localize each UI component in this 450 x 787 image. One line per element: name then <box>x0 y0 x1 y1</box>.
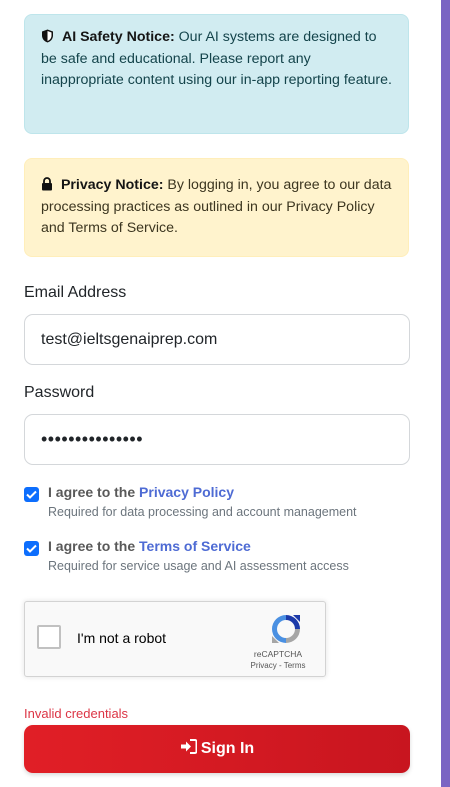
ai-notice-title: AI Safety Notice: <box>61 29 175 45</box>
terms-consent-prefix: I agree to the <box>48 538 140 554</box>
privacy-consent-label[interactable]: I agree to the Privacy Policy <box>48 484 234 500</box>
email-label: Email Address <box>24 284 127 301</box>
sign-in-icon <box>180 739 198 759</box>
privacy-notice: Privacy Notice: By logging in, you agree… <box>24 158 409 257</box>
privacy-consent-description: Required for data processing and account… <box>48 505 357 519</box>
recaptcha-widget: I'm not a robot reCAPTCHA Privacy - Term… <box>24 601 326 677</box>
lock-icon <box>41 177 61 193</box>
terms-of-service-link[interactable]: Terms of Service <box>139 538 251 554</box>
password-value: ••••••••••••••• <box>41 429 144 449</box>
recaptcha-privacy-terms[interactable]: Privacy - Terms <box>243 661 313 670</box>
terms-consent-description: Required for service usage and AI assess… <box>48 559 349 573</box>
privacy-consent-checkbox[interactable] <box>24 487 39 502</box>
recaptcha-label: I'm not a robot <box>77 630 167 646</box>
privacy-consent-prefix: I agree to the <box>48 484 140 500</box>
terms-consent-checkbox[interactable] <box>24 541 39 556</box>
password-label: Password <box>24 384 95 401</box>
email-value: test@ieltsgenaiprep.com <box>41 330 218 348</box>
sign-in-label: Sign In <box>200 740 255 757</box>
side-accent-bar <box>441 0 450 787</box>
privacy-notice-title: Privacy Notice: <box>60 177 164 193</box>
email-field[interactable]: test@ieltsgenaiprep.com <box>24 314 410 365</box>
error-message: Invalid credentials <box>24 706 129 721</box>
shield-icon <box>41 29 62 45</box>
ai-safety-notice: AI Safety Notice: Our AI systems are des… <box>24 14 409 134</box>
recaptcha-logo-icon <box>269 612 303 651</box>
privacy-policy-link[interactable]: Privacy Policy <box>139 484 234 500</box>
terms-consent-label[interactable]: I agree to the Terms of Service <box>48 538 251 554</box>
recaptcha-checkbox[interactable] <box>37 625 61 649</box>
recaptcha-brand: reCAPTCHA <box>253 649 303 659</box>
password-field[interactable]: ••••••••••••••• <box>24 414 410 465</box>
sign-in-button[interactable]: Sign In <box>24 725 410 773</box>
